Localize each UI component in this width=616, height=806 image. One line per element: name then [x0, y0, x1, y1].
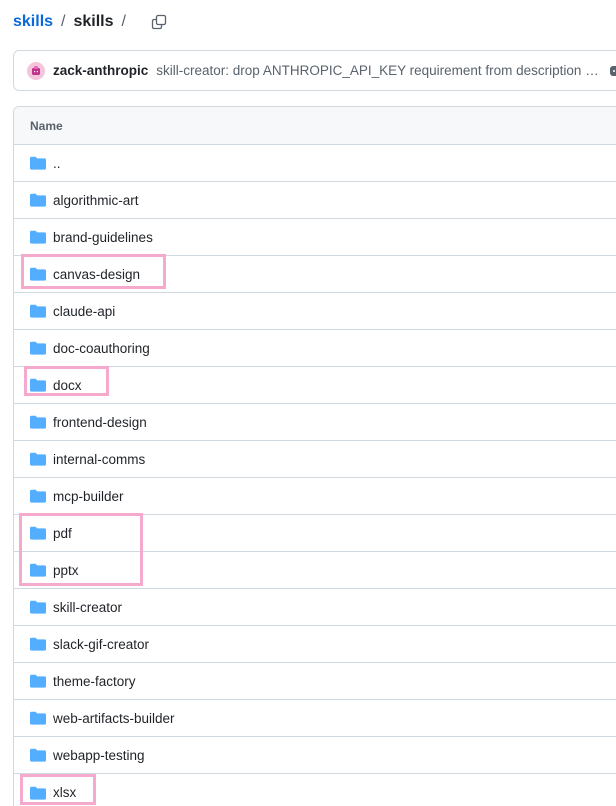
- page: skills / skills / zack-anthropic skill-c…: [0, 0, 616, 806]
- copy-icon: [151, 14, 167, 30]
- folder-name[interactable]: webapp-testing: [53, 748, 145, 763]
- folder-row-brand-guidelines[interactable]: brand-guidelines: [14, 219, 616, 256]
- folder-icon: [30, 673, 46, 689]
- folder-row-mcp-builder[interactable]: mcp-builder: [14, 478, 616, 515]
- folder-row-docx[interactable]: docx: [14, 367, 616, 404]
- folder-icon: [30, 229, 46, 245]
- folder-name[interactable]: internal-comms: [53, 452, 145, 467]
- folder-name[interactable]: claude-api: [53, 304, 115, 319]
- folder-icon: [30, 710, 46, 726]
- folder-name[interactable]: web-artifacts-builder: [53, 711, 175, 726]
- folder-row-algorithmic-art[interactable]: algorithmic-art: [14, 182, 616, 219]
- folder-row-xlsx[interactable]: xlsx: [14, 774, 616, 806]
- folder-icon: [30, 599, 46, 615]
- folder-row-canvas-design[interactable]: canvas-design: [14, 256, 616, 293]
- folder-icon: [30, 562, 46, 578]
- folder-icon: [30, 747, 46, 763]
- folder-icon: [30, 155, 46, 171]
- folder-row-theme-factory[interactable]: theme-factory: [14, 663, 616, 700]
- folder-row-skill-creator[interactable]: skill-creator: [14, 589, 616, 626]
- breadcrumb-separator: /: [61, 13, 66, 30]
- avatar-icon: [32, 65, 40, 75]
- folder-name[interactable]: canvas-design: [53, 267, 140, 282]
- folder-name[interactable]: pdf: [53, 526, 72, 541]
- folder-icon: [30, 340, 46, 356]
- folder-row-doc-coauthoring[interactable]: doc-coauthoring: [14, 330, 616, 367]
- folder-name[interactable]: algorithmic-art: [53, 193, 139, 208]
- folder-row-webapp-testing[interactable]: webapp-testing: [14, 737, 616, 774]
- commit-author[interactable]: zack-anthropic: [53, 63, 148, 78]
- folder-row-pptx[interactable]: pptx: [14, 552, 616, 589]
- folder-name[interactable]: docx: [53, 378, 82, 393]
- table-header: Name: [14, 107, 616, 145]
- parent-directory-label[interactable]: ..: [53, 156, 61, 171]
- folder-row-claude-api[interactable]: claude-api: [14, 293, 616, 330]
- folder-icon: [30, 451, 46, 467]
- ellipsis-icon[interactable]: [610, 65, 616, 76]
- folder-icon: [30, 636, 46, 652]
- folder-icon: [30, 785, 46, 801]
- folder-name[interactable]: theme-factory: [53, 674, 136, 689]
- latest-commit-bar: zack-anthropic skill-creator: drop ANTHR…: [13, 50, 616, 91]
- folder-icon: [30, 192, 46, 208]
- breadcrumb: skills / skills /: [13, 10, 170, 34]
- folder-icon: [30, 525, 46, 541]
- folder-name[interactable]: frontend-design: [53, 415, 147, 430]
- file-table: Name .. algorithmic-art brand-guidelines c…: [13, 106, 616, 806]
- parent-directory-row[interactable]: ..: [14, 145, 616, 182]
- folder-icon: [30, 303, 46, 319]
- column-header-name: Name: [30, 118, 63, 133]
- folder-icon: [30, 266, 46, 282]
- copy-path-button[interactable]: [148, 11, 170, 33]
- folder-row-internal-comms[interactable]: internal-comms: [14, 441, 616, 478]
- avatar[interactable]: [27, 61, 45, 80]
- folder-name[interactable]: xlsx: [53, 785, 76, 800]
- folder-icon: [30, 414, 46, 430]
- folder-name[interactable]: brand-guidelines: [53, 230, 153, 245]
- breadcrumb-repo-link[interactable]: skills: [13, 13, 53, 31]
- folder-row-pdf[interactable]: pdf: [14, 515, 616, 552]
- folder-name[interactable]: mcp-builder: [53, 489, 124, 504]
- folder-icon: [30, 377, 46, 393]
- file-list: algorithmic-art brand-guidelines canvas-de…: [14, 182, 616, 806]
- folder-icon: [30, 488, 46, 504]
- folder-row-web-artifacts-builder[interactable]: web-artifacts-builder: [14, 700, 616, 737]
- breadcrumb-trailing-separator: /: [121, 13, 126, 30]
- folder-name[interactable]: pptx: [53, 563, 79, 578]
- folder-row-slack-gif-creator[interactable]: slack-gif-creator: [14, 626, 616, 663]
- folder-name[interactable]: slack-gif-creator: [53, 637, 149, 652]
- breadcrumb-current: skills: [73, 13, 114, 30]
- commit-message[interactable]: skill-creator: drop ANTHROPIC_API_KEY re…: [156, 63, 600, 78]
- folder-row-frontend-design[interactable]: frontend-design: [14, 404, 616, 441]
- folder-name[interactable]: doc-coauthoring: [53, 341, 150, 356]
- folder-name[interactable]: skill-creator: [53, 600, 122, 615]
